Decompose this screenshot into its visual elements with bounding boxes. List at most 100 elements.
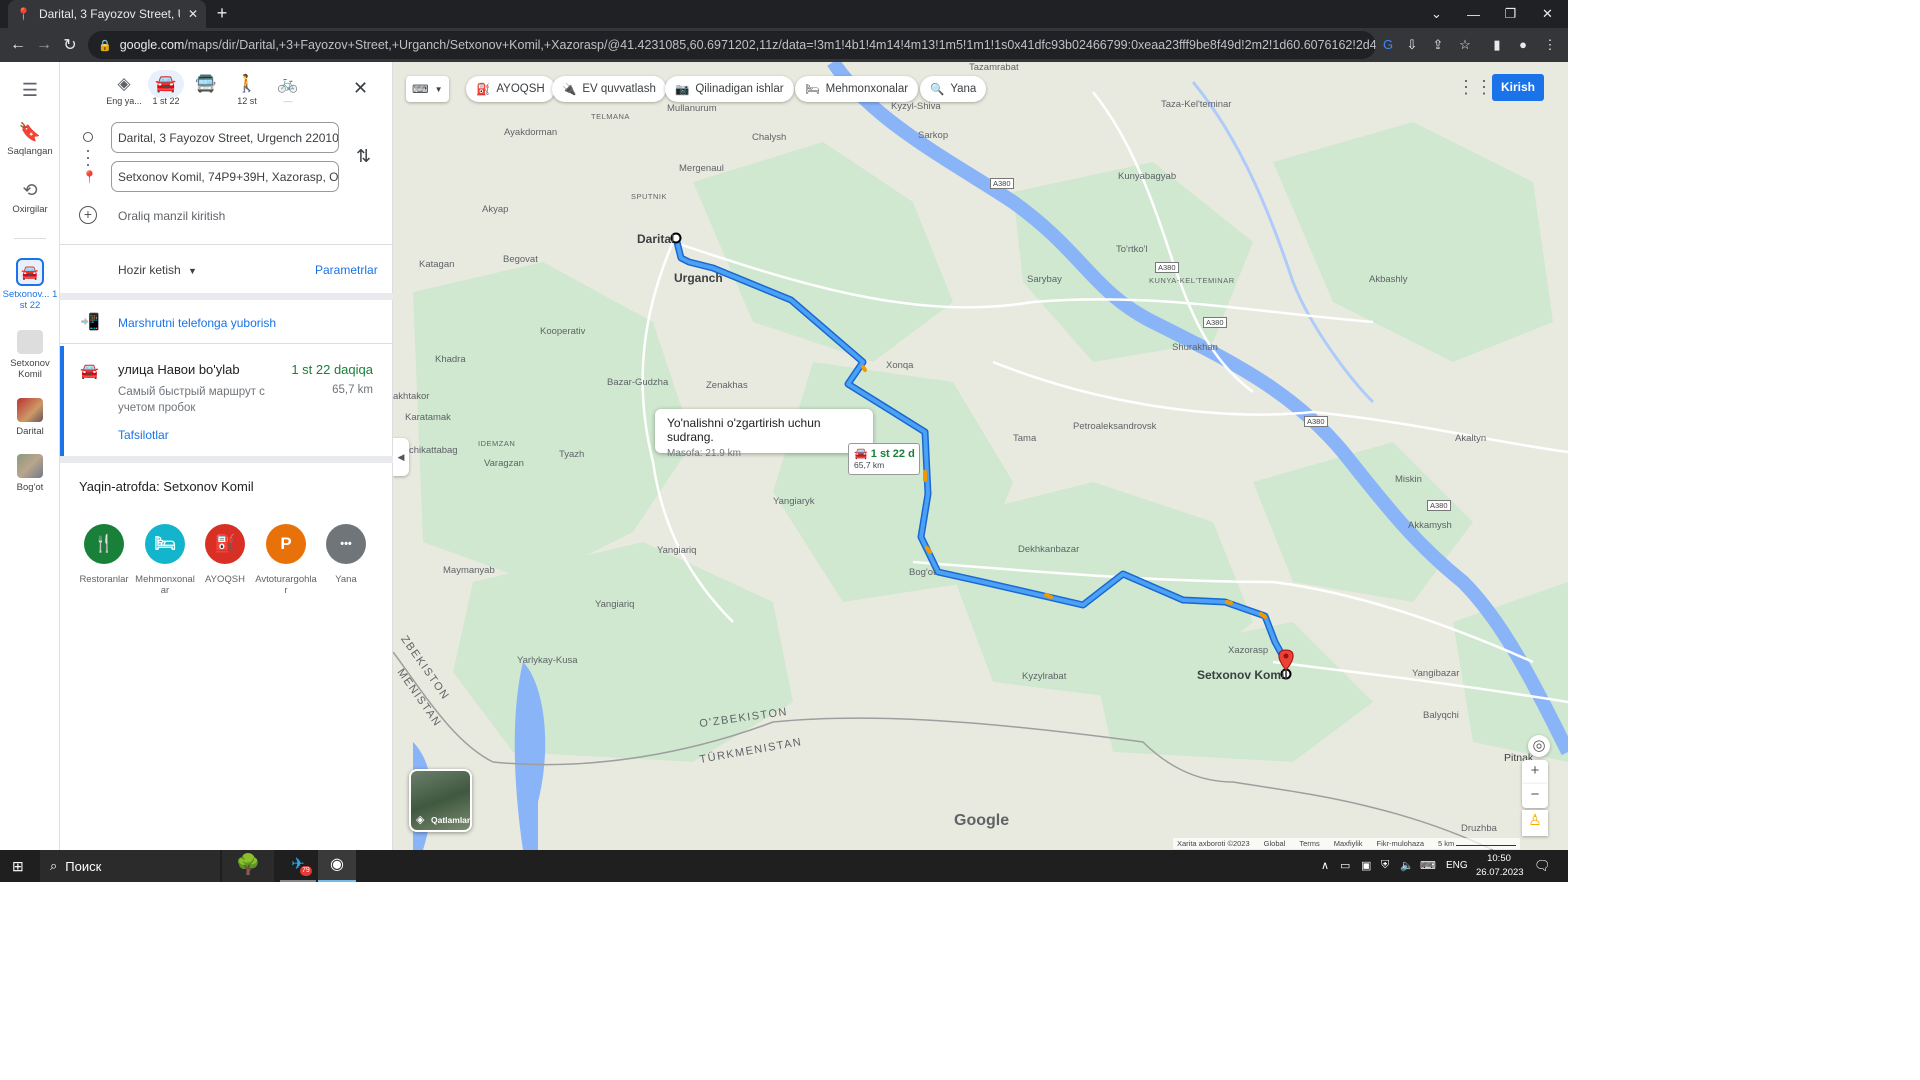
mode-bike[interactable]: 🚲 — bbox=[266, 74, 310, 106]
nearby-more[interactable]: ••• Yana bbox=[316, 524, 376, 585]
place-label: Chalysh bbox=[752, 132, 787, 143]
nearby-hotels[interactable]: 🛏 Mehmonxonalar bbox=[135, 524, 195, 596]
send-to-phone-link[interactable]: Marshrutni telefonga yuborish bbox=[118, 316, 276, 330]
browser-menu-icon[interactable]: ⋮ bbox=[1540, 35, 1560, 55]
recent-item-darital[interactable]: Darital bbox=[0, 398, 60, 437]
scale-label: 5 km bbox=[1438, 839, 1455, 848]
route-via: улица Навои bo'ylab bbox=[118, 362, 240, 377]
keyboard-icon[interactable]: ⌨ bbox=[1420, 859, 1436, 872]
attribution-feedback[interactable]: Fikr-mulohaza bbox=[1377, 839, 1425, 848]
chip-label: EV quvvatlash bbox=[582, 83, 656, 95]
chip-more[interactable]: 🔍 Yana bbox=[920, 76, 987, 102]
camera-icon[interactable]: ▣ bbox=[1361, 859, 1371, 872]
add-stop-icon[interactable]: + bbox=[79, 206, 97, 224]
google-lens-icon[interactable]: G bbox=[1378, 35, 1398, 55]
windows-start-icon[interactable]: ⊞ bbox=[12, 858, 24, 875]
language-indicator[interactable]: ENG bbox=[1446, 860, 1468, 871]
taskbar-search[interactable]: ⌕ Поиск bbox=[40, 850, 220, 882]
saved-button[interactable]: 🔖 Saqlangan bbox=[0, 122, 60, 157]
nearby-restaurants[interactable]: 🍴 Restoranlar bbox=[74, 524, 134, 585]
attribution-privacy[interactable]: Maxfiylik bbox=[1334, 839, 1363, 848]
notifications-icon[interactable]: 🗨 bbox=[1534, 858, 1551, 874]
route-note: Самый быстрый маршрут с учетом пробок bbox=[118, 386, 265, 414]
collapse-panel-button[interactable]: ◀ bbox=[393, 438, 409, 476]
layers-button[interactable]: ◈ Qatlamlar bbox=[409, 769, 472, 832]
tab-search-icon[interactable]: ⌄ bbox=[1418, 0, 1455, 28]
map-canvas[interactable]: Darital Setxonov Komil Urganch Tazamraba… bbox=[393, 62, 1568, 850]
side-panel-icon[interactable]: ▮ bbox=[1487, 35, 1507, 55]
zoom-out-button[interactable]: − bbox=[1522, 784, 1548, 808]
scale-bar[interactable]: 5 km bbox=[1438, 839, 1517, 848]
my-location-icon[interactable]: ◎ bbox=[1528, 735, 1550, 757]
nearby-parking[interactable]: P Avtoturargohlar bbox=[255, 524, 317, 596]
install-app-icon[interactable]: ⇩ bbox=[1402, 35, 1422, 55]
attribution-terms[interactable]: Terms bbox=[1299, 839, 1319, 848]
menu-button[interactable]: ☰ bbox=[0, 80, 60, 104]
pegman-icon[interactable]: ♙ bbox=[1522, 810, 1548, 836]
profile-icon[interactable]: ● bbox=[1513, 35, 1533, 55]
close-directions-icon[interactable]: ✕ bbox=[353, 78, 368, 99]
place-label: Petroaleksandrovsk bbox=[1073, 421, 1157, 432]
mode-transit[interactable]: 🚍 bbox=[184, 74, 228, 96]
parking-icon: P bbox=[266, 524, 306, 564]
chrome-taskbar-icon[interactable]: ◉ bbox=[318, 850, 356, 882]
mode-car[interactable]: 🚘 1 st 22 bbox=[144, 70, 188, 106]
browser-tab[interactable]: 📍 Darital, 3 Fayozov Street, Urganch ✕ bbox=[8, 0, 206, 28]
keyboard-input-button[interactable]: ⌨ ▼ bbox=[406, 76, 449, 102]
zoom-in-button[interactable]: + bbox=[1522, 760, 1548, 784]
add-stop-link[interactable]: Oraliq manzil kiritish bbox=[118, 209, 225, 223]
network-icon[interactable]: ▭ bbox=[1340, 859, 1350, 872]
origin-input[interactable]: Darital, 3 Fayozov Street, Urgench 22010… bbox=[111, 122, 339, 153]
route-callout[interactable]: 🚘 1 st 22 d 65,7 km bbox=[848, 443, 920, 475]
volume-icon[interactable]: 🔈 bbox=[1400, 859, 1414, 872]
minimize-button[interactable]: — bbox=[1455, 0, 1492, 28]
camera-icon: 📷 bbox=[675, 84, 690, 96]
nearby-gas[interactable]: ⛽ AYOQSH bbox=[195, 524, 255, 585]
share-icon[interactable]: ⇪ bbox=[1428, 35, 1448, 55]
tray-overflow-icon[interactable]: ∧ bbox=[1321, 859, 1329, 872]
mode-walk[interactable]: 🚶 12 st bbox=[225, 74, 269, 106]
nearby-label: Mehmonxonalar bbox=[135, 574, 195, 596]
place-label: To'rtko'l bbox=[1116, 244, 1148, 255]
place-label: Akkamysh bbox=[1408, 520, 1452, 531]
route-card[interactable]: 🚘 улица Навои bo'ylab 1 st 22 daqiqa Сам… bbox=[60, 346, 393, 456]
address-bar[interactable]: 🔒 google.com/maps/dir/Darital,+3+Fayozov… bbox=[88, 31, 1376, 59]
details-link[interactable]: Tafsilotlar bbox=[118, 428, 169, 442]
depart-now-dropdown[interactable]: Hozir ketish ▼ bbox=[118, 263, 197, 277]
clock[interactable]: 10:50 26.07.2023 bbox=[1476, 852, 1524, 880]
destination-input[interactable]: Setxonov Komil, 74P9+39H, Xazorasp, O' bbox=[111, 161, 339, 192]
chip-gas[interactable]: ⛽ AYOQSH bbox=[466, 76, 555, 102]
close-tab-icon[interactable]: ✕ bbox=[188, 7, 198, 21]
recent-item-bogot[interactable]: Bog'ot bbox=[0, 454, 60, 493]
swap-icon[interactable]: ⇅ bbox=[356, 146, 371, 167]
forward-icon[interactable]: → bbox=[31, 36, 57, 54]
bookmark-star-icon[interactable]: ☆ bbox=[1455, 35, 1475, 55]
depart-label: Hozir ketish bbox=[118, 263, 181, 277]
chip-things-to-do[interactable]: 📷 Qilinadigan ishlar bbox=[665, 76, 794, 102]
place-label: chikattabag bbox=[409, 445, 458, 456]
place-label: Khadra bbox=[435, 354, 466, 365]
recent-item-route[interactable]: 🚘 Setxonov... 1 st 22 bbox=[0, 258, 60, 311]
reload-icon[interactable]: ↻ bbox=[57, 35, 83, 55]
attribution-global[interactable]: Global bbox=[1264, 839, 1286, 848]
new-tab-button[interactable]: + bbox=[212, 4, 232, 24]
layers-icon: ◈ bbox=[416, 814, 425, 826]
sign-in-button[interactable]: Kirish bbox=[1492, 74, 1544, 101]
recent-button[interactable]: ⟲ Oxirgilar bbox=[0, 180, 60, 215]
place-label: Yangiariq bbox=[595, 599, 635, 610]
options-link[interactable]: Parametrlar bbox=[315, 263, 378, 277]
telegram-icon[interactable]: ✈ 79 bbox=[280, 850, 316, 882]
caret-down-icon: ▼ bbox=[434, 84, 443, 94]
chip-hotels[interactable]: 🛏 Mehmonxonalar bbox=[795, 76, 919, 102]
chip-ev[interactable]: 🔌 EV quvvatlash bbox=[552, 76, 666, 102]
place-label: Sarybay bbox=[1027, 274, 1062, 285]
close-window-button[interactable]: ✕ bbox=[1529, 0, 1566, 28]
recent-item-label: Setxonov Komil bbox=[10, 358, 50, 380]
restore-button[interactable]: ❐ bbox=[1492, 0, 1529, 28]
place-label: Kooperativ bbox=[540, 326, 586, 337]
back-icon[interactable]: ← bbox=[5, 36, 31, 54]
mode-best[interactable]: ◈ Eng ya... bbox=[102, 74, 146, 106]
layers-label: Qatlamlar bbox=[431, 815, 471, 825]
security-icon[interactable]: ⛨ bbox=[1381, 859, 1389, 872]
recent-item-setxonov[interactable]: Setxonov Komil bbox=[0, 330, 60, 380]
